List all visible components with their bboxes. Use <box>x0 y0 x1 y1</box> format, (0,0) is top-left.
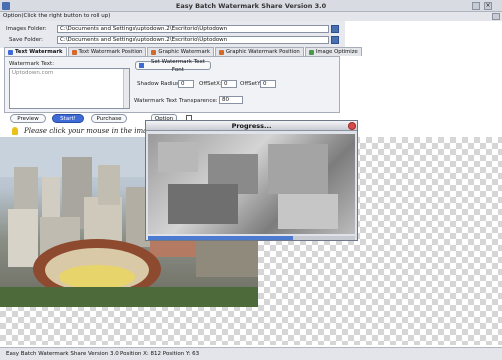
save-folder-label: Save Folder: <box>9 37 44 43</box>
progress-bar-fill <box>148 236 293 240</box>
tab-bar: Text Watermark Text Watermark Position G… <box>4 47 362 56</box>
set-font-label: Set Watermark Text Font <box>150 58 205 73</box>
shadow-radius-input[interactable]: 0 <box>178 80 194 88</box>
watermark-text-label: Watermark Text: <box>9 61 55 67</box>
offset-x-label: OffSetX: <box>199 81 222 87</box>
images-folder-label: Images Folder: <box>6 26 47 32</box>
status-bar: Easy Batch Watermark Share Version 3.0 P… <box>0 347 502 360</box>
shadow-radius-label: Shadow Radius: <box>137 81 181 87</box>
progress-dialog: Progress... <box>145 120 358 241</box>
tab-label: Text Watermark Position <box>78 49 143 55</box>
watermark-text-area[interactable]: Uptodown.com <box>9 68 130 109</box>
option-bar[interactable]: Option(Click the right button to roll up… <box>0 12 502 21</box>
images-folder-field[interactable]: C:\Documents and Settings\uptodown.2\Esc… <box>57 25 329 33</box>
tab-label: Text Watermark <box>15 49 63 55</box>
images-folder-browse-button[interactable] <box>331 25 339 33</box>
grayscale-city-image <box>158 142 338 229</box>
progress-dialog-title: Progress... <box>146 121 357 131</box>
window-icon <box>2 2 10 10</box>
offset-y-label: OffSetY: <box>240 81 262 87</box>
offset-x-input[interactable]: 0 <box>221 80 237 88</box>
tab-graphic-watermark[interactable]: Graphic Watermark <box>147 47 214 56</box>
option-bar-label: Option(Click the right button to roll up… <box>3 13 111 19</box>
text-watermark-icon <box>8 49 13 55</box>
purchase-button[interactable]: Purchase <box>91 114 127 123</box>
graphic-icon <box>151 49 157 55</box>
status-position: Position X: 812 Position Y: 63 <box>120 351 200 357</box>
tab-label: Graphic Watermark <box>158 49 210 55</box>
tab-label: Graphic Watermark Position <box>225 49 300 55</box>
save-folder-browse-button[interactable] <box>331 36 339 44</box>
instruction-label: Please click your mouse in the image a <box>24 127 163 135</box>
tab-image-optimize[interactable]: Image Optimize <box>304 47 362 56</box>
optimize-icon <box>308 49 314 55</box>
preview-button[interactable]: Preview <box>10 114 46 123</box>
window-title: Easy Batch Watermark Share Version 3.0 <box>0 0 502 12</box>
tab-label: Image Optimize <box>315 49 358 55</box>
offset-y-input[interactable]: 0 <box>260 80 276 88</box>
progress-bar <box>148 236 355 240</box>
close-button[interactable]: × <box>484 2 492 10</box>
minimize-button[interactable] <box>472 2 480 10</box>
transparence-label: Watermark Text Transparence: <box>134 98 218 104</box>
tab-text-watermark[interactable]: Text Watermark <box>4 47 67 56</box>
save-folder-field[interactable]: C:\Documents and Settings\uptodown.2\Esc… <box>57 36 329 44</box>
status-app: Easy Batch Watermark Share Version 3.0 <box>6 351 119 357</box>
font-icon <box>139 63 144 68</box>
transparence-input[interactable]: 80 <box>219 96 243 104</box>
lightbulb-icon <box>12 127 18 135</box>
tab-text-watermark-position[interactable]: Text Watermark Position <box>67 47 147 56</box>
roll-up-button[interactable] <box>492 13 500 20</box>
watermark-text-value: Uptodown.com <box>12 70 54 76</box>
position-icon <box>218 49 224 55</box>
progress-preview-image <box>148 134 355 234</box>
set-font-button[interactable]: Set Watermark Text Font <box>135 59 211 73</box>
tab-graphic-watermark-position[interactable]: Graphic Watermark Position <box>214 47 304 56</box>
start-button[interactable]: Start! <box>52 114 84 123</box>
progress-close-button[interactable] <box>348 122 356 130</box>
position-icon <box>71 49 77 55</box>
watermark-text-scrollbar[interactable] <box>123 69 129 108</box>
